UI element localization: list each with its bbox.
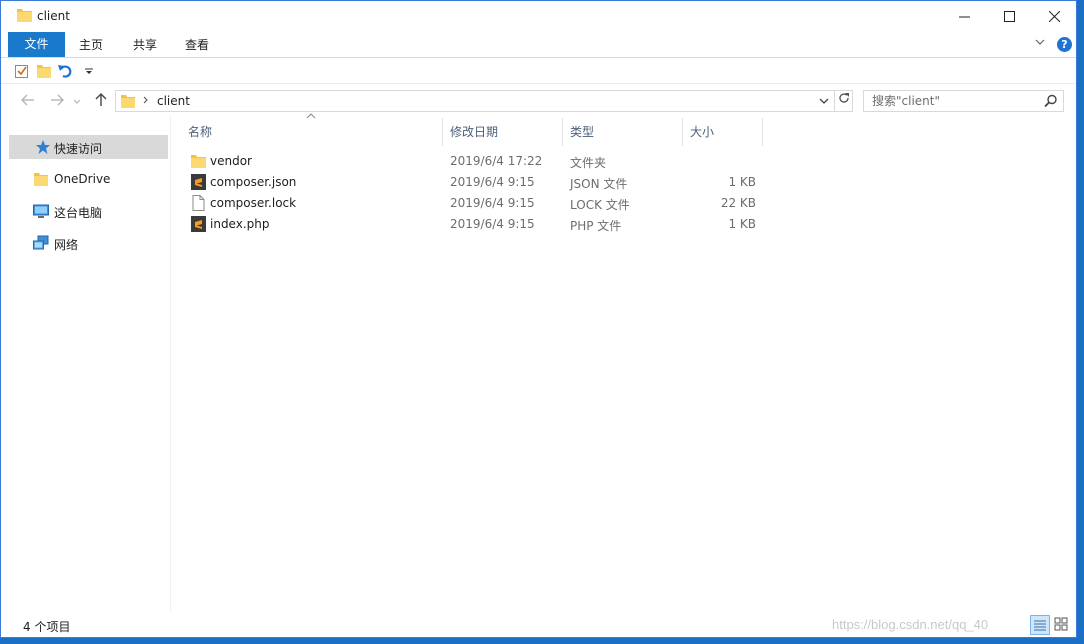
up-button[interactable] xyxy=(90,90,112,112)
tab-view[interactable]: 查看 xyxy=(177,33,217,57)
file-date: 2019/6/4 9:15 xyxy=(450,217,535,231)
blank-file-icon xyxy=(192,195,205,211)
minimize-icon xyxy=(958,16,970,17)
column-headers: 名称 修改日期 类型 大小 xyxy=(181,113,771,146)
navigation-pane: 快速访问 OneDrive 这台电脑 网络 xyxy=(1,115,171,611)
file-type: PHP 文件 xyxy=(570,219,622,233)
file-size: 22 KB xyxy=(720,196,756,210)
column-header-date[interactable]: 修改日期 xyxy=(443,118,563,146)
quick-access-toolbar xyxy=(1,58,1076,84)
maximize-button[interactable] xyxy=(986,1,1032,31)
new-folder-icon[interactable] xyxy=(36,63,52,79)
forward-button[interactable] xyxy=(46,90,68,112)
refresh-icon xyxy=(839,93,849,103)
close-icon xyxy=(1048,10,1060,22)
file-size: 1 KB xyxy=(728,217,756,231)
sidebar-item-quick-access[interactable]: 快速访问 xyxy=(9,135,168,159)
file-date: 2019/6/4 9:15 xyxy=(450,196,535,210)
folder-icon xyxy=(191,155,206,168)
file-date: 2019/6/4 17:22 xyxy=(450,154,543,168)
desktop-background xyxy=(1077,0,1084,644)
title-bar: client xyxy=(1,1,1076,31)
customize-toolbar-icon[interactable] xyxy=(81,63,97,79)
arrow-up-icon xyxy=(95,93,107,106)
file-name: vendor xyxy=(210,154,252,168)
sidebar-item-this-pc[interactable]: 这台电脑 xyxy=(9,199,168,223)
file-name: composer.json xyxy=(210,175,297,189)
ribbon-tabs: 文件 主页 共享 查看 xyxy=(1,31,1076,57)
computer-icon xyxy=(33,204,49,218)
sidebar-item-label: OneDrive xyxy=(54,172,111,186)
sidebar-item-label: 这台电脑 xyxy=(54,206,103,220)
window-title: client xyxy=(37,9,70,23)
properties-icon[interactable] xyxy=(14,63,30,79)
explorer-window: client 文件 主页 共享 查看 ? client 搜索"client" 快… xyxy=(0,0,1077,638)
tab-file[interactable]: 文件 xyxy=(8,32,65,57)
file-name: index.php xyxy=(210,217,270,231)
address-dropdown-button[interactable] xyxy=(819,93,829,112)
refresh-button[interactable] xyxy=(834,91,853,111)
large-icons-view-button[interactable] xyxy=(1052,615,1072,635)
details-view-icon xyxy=(1034,620,1046,631)
folder-icon xyxy=(34,173,48,186)
address-path[interactable]: client xyxy=(157,94,190,108)
sidebar-item-network[interactable]: 网络 xyxy=(9,231,168,255)
file-type: LOCK 文件 xyxy=(570,198,630,212)
column-header-name[interactable]: 名称 xyxy=(181,118,443,146)
file-row-vendor[interactable]: vendor 2019/6/4 17:22 文件夹 xyxy=(183,151,763,172)
search-box[interactable] xyxy=(863,90,1064,112)
network-icon xyxy=(33,235,49,250)
watermark: https://blog.csdn.net/qq_40 xyxy=(832,617,989,632)
folder-icon xyxy=(17,9,32,22)
file-date: 2019/6/4 9:15 xyxy=(450,175,535,189)
arrow-left-icon xyxy=(21,94,34,106)
chevron-down-icon xyxy=(1035,39,1045,45)
star-icon xyxy=(36,140,50,154)
toolbar-divider xyxy=(1,83,1076,84)
chevron-down-icon xyxy=(819,98,829,104)
sidebar-item-label: 快速访问 xyxy=(54,142,103,156)
large-icons-view-icon xyxy=(1054,617,1068,631)
sidebar-item-label: 网络 xyxy=(54,238,79,252)
close-button[interactable] xyxy=(1031,1,1076,31)
recent-locations-button[interactable] xyxy=(70,90,84,112)
back-button[interactable] xyxy=(17,90,39,112)
navigation-bar: client xyxy=(1,87,1076,115)
sublime-file-icon xyxy=(191,174,206,190)
maximize-icon xyxy=(1003,10,1015,22)
file-type: 文件夹 xyxy=(570,156,607,170)
minimize-button[interactable] xyxy=(941,1,987,31)
undo-icon[interactable] xyxy=(57,63,73,79)
file-row-composer-json[interactable]: composer.json 2019/6/4 9:15 JSON 文件 1 KB xyxy=(183,172,763,193)
sublime-file-icon xyxy=(191,216,206,232)
file-type: JSON 文件 xyxy=(570,177,628,191)
item-count: 4 个项目 xyxy=(23,620,71,634)
ribbon-expand-button[interactable] xyxy=(1035,37,1045,50)
arrow-right-icon xyxy=(51,94,64,106)
file-row-index-php[interactable]: index.php 2019/6/4 9:15 PHP 文件 1 KB xyxy=(183,214,763,235)
column-header-type[interactable]: 类型 xyxy=(563,118,683,146)
column-header-size[interactable]: 大小 xyxy=(683,118,763,146)
chevron-right-icon[interactable] xyxy=(142,93,150,110)
address-bar[interactable]: client xyxy=(115,90,853,112)
details-view-button[interactable] xyxy=(1030,615,1050,635)
file-name: composer.lock xyxy=(210,196,297,210)
file-size: 1 KB xyxy=(728,175,756,189)
search-input[interactable] xyxy=(864,91,1039,111)
help-button[interactable]: ? xyxy=(1057,37,1072,52)
sidebar-item-onedrive[interactable]: OneDrive xyxy=(9,167,168,191)
folder-icon xyxy=(121,95,135,108)
file-row-composer-lock[interactable]: composer.lock 2019/6/4 9:15 LOCK 文件 22 K… xyxy=(183,193,763,214)
search-icon[interactable] xyxy=(1043,93,1059,109)
chevron-down-icon xyxy=(73,99,81,104)
tab-home[interactable]: 主页 xyxy=(71,33,111,57)
tab-share[interactable]: 共享 xyxy=(125,33,165,57)
